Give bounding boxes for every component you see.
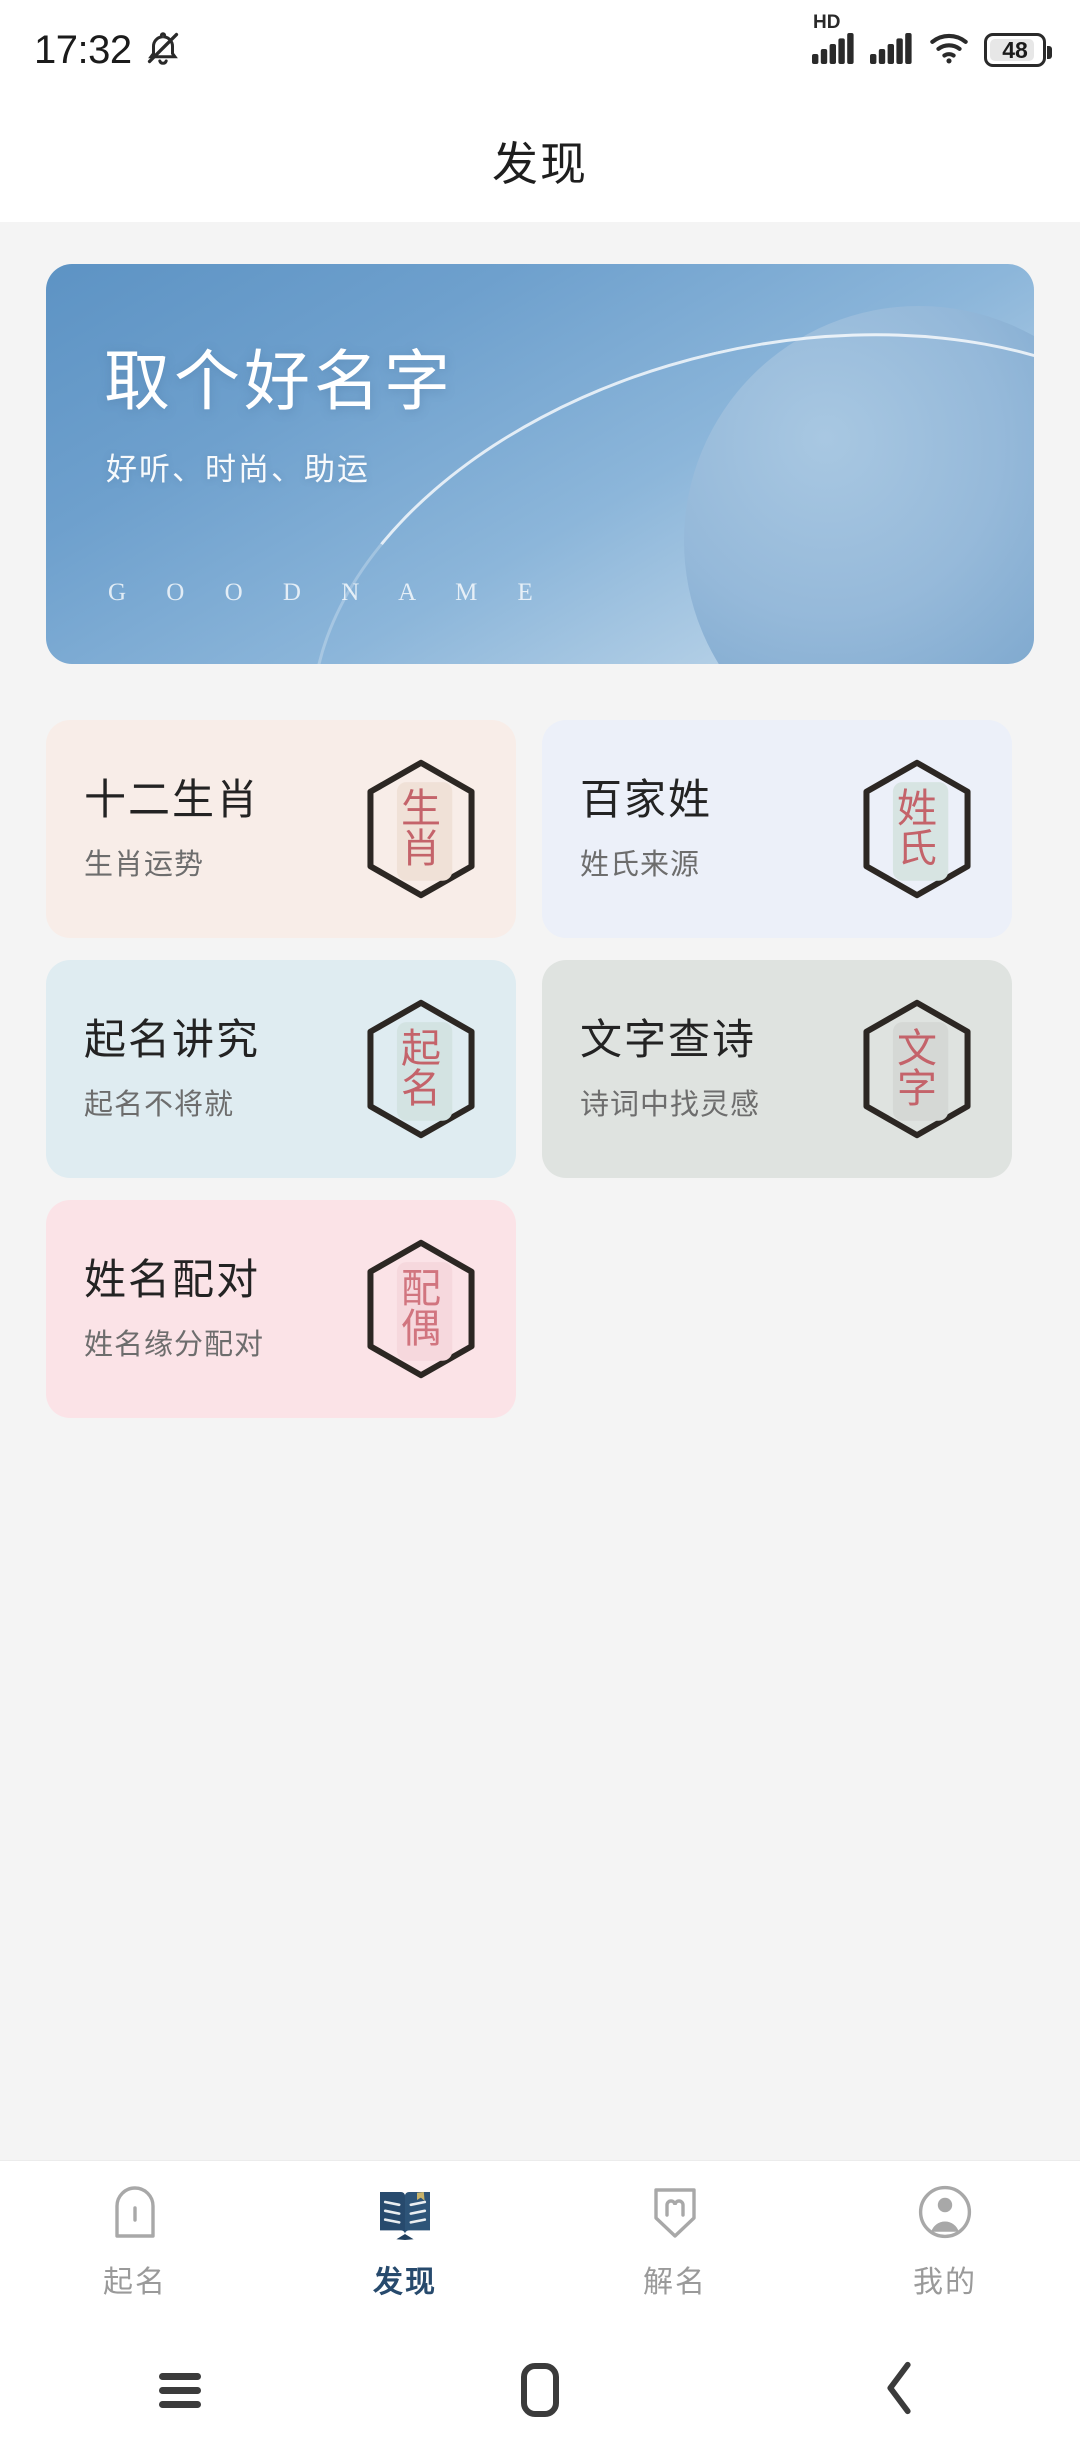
seal-glyph-top: 姓 [897, 786, 937, 831]
feature-card-text: 十二生肖 生肖运势 [46, 775, 260, 883]
seal-stamp-icon: 姓氏 [856, 758, 978, 900]
seal-glyph-bottom: 名 [401, 1066, 441, 1111]
feature-card[interactable]: 百家姓姓氏来源 姓氏 [542, 720, 1012, 938]
name-tag-outline-icon [105, 2181, 165, 2243]
feature-card[interactable]: 起名讲究 起名不将就起名 [46, 960, 516, 1178]
feature-card-text: 文字查诗诗词中找灵感 [542, 1015, 760, 1123]
battery-icon: 48 [984, 33, 1052, 67]
signal-bars-icon [870, 32, 914, 69]
feature-card[interactable]: 十二生肖 生肖运势生肖 [46, 720, 516, 938]
tab-label: 起名 [103, 2265, 167, 2299]
status-bar-left: 17:32 [34, 28, 182, 73]
feature-card-title: 十二生肖 [84, 776, 261, 824]
seal-glyph-top: 起 [401, 1026, 441, 1071]
feature-card-text: 百家姓 姓氏来源 [542, 775, 712, 883]
hd-signal-icon: HD [812, 12, 856, 69]
seal-glyph-top: 生 [401, 786, 441, 831]
feature-card-title: 文字查诗 [580, 1016, 757, 1064]
seal-glyph-bottom: 氏 [897, 826, 937, 871]
feature-card[interactable]: 姓名配对 姓名缘分配对配偶 [46, 1200, 516, 1418]
tab-discover[interactable]: 发现 [270, 2161, 540, 2320]
hd-label: HD [813, 11, 841, 33]
banner-english-label: G O O D N A M E [108, 579, 550, 606]
battery-level: 48 [1002, 36, 1028, 63]
seal-glyph-bottom: 偶 [401, 1306, 441, 1351]
seal-glyph-bottom: 肖 [401, 826, 441, 871]
feature-card-grid: 十二生肖 生肖运势生肖百家姓 姓氏来源姓氏起名讲究 起名不将就起名文字查诗 诗词中找灵感… [46, 720, 1034, 1418]
banner-title: 取个好名字 [104, 346, 454, 419]
feature-card[interactable]: 文字查诗 诗词中找灵感文字 [542, 960, 1012, 1178]
tab-analyze[interactable]: 解名 [540, 2161, 810, 2320]
feature-card-subtitle: 诗词中找灵感 [580, 1088, 761, 1121]
home-square-icon [521, 2363, 559, 2417]
feature-card-subtitle: 起名不将就 [84, 1088, 235, 1121]
promo-banner[interactable]: 取个好名字 好听、时尚、助运 G O O D N A M E [46, 264, 1034, 664]
status-bar: 17:32 HD 48 [0, 0, 1080, 100]
chevron-back-icon [880, 2359, 920, 2422]
feature-card-subtitle: 生肖运势 [84, 848, 205, 881]
bottom-tab-bar: 起名 发现 解名 我的 [0, 2160, 1080, 2320]
feature-card-subtitle: 姓名缘分配对 [84, 1328, 265, 1361]
seal-glyph-bottom: 字 [897, 1066, 937, 1111]
tab-label: 我的 [913, 2265, 977, 2299]
phone-screen: 17:32 HD 48 发现 取个好名字 好听、时尚、助运 G O O D N … [0, 0, 1080, 2460]
open-book-icon [375, 2181, 435, 2243]
recents-button[interactable] [0, 2366, 360, 2415]
android-navigation-bar [0, 2320, 1080, 2460]
bell-muted-icon [144, 28, 182, 73]
signal-bars-icon [812, 32, 854, 64]
seal-stamp-icon: 生肖 [360, 758, 482, 900]
tab-label: 发现 [373, 2265, 437, 2299]
feature-card-title: 姓名配对 [84, 1256, 261, 1304]
feature-card-title: 百家姓 [580, 776, 713, 824]
back-button[interactable] [720, 2359, 1080, 2422]
seal-stamp-icon: 配偶 [360, 1238, 482, 1380]
banner-subtitle: 好听、时尚、助运 [106, 452, 370, 487]
feature-card-text: 起名讲究 起名不将就 [46, 1015, 260, 1123]
home-button[interactable] [360, 2363, 720, 2417]
seal-glyph-top: 文 [897, 1026, 937, 1071]
feature-card-subtitle: 姓氏来源 [580, 848, 701, 881]
tab-naming[interactable]: 起名 [0, 2161, 270, 2320]
seal-stamp-icon: 文字 [856, 998, 978, 1140]
pentagon-m-icon [645, 2181, 705, 2243]
user-circle-icon [915, 2181, 975, 2243]
status-time: 17:32 [34, 27, 132, 72]
tab-profile[interactable]: 我的 [810, 2161, 1080, 2320]
menu-recents-icon [159, 2366, 201, 2415]
seal-glyph-top: 配 [401, 1266, 441, 1311]
feature-card-text: 姓名配对姓名缘分配对 [46, 1255, 264, 1363]
tab-label: 解名 [643, 2265, 707, 2299]
seal-stamp-icon: 起名 [360, 998, 482, 1140]
wifi-icon [928, 31, 970, 70]
page-title: 发现 [492, 138, 588, 190]
feature-card-title: 起名讲究 [84, 1016, 261, 1064]
status-bar-right: HD 48 [812, 12, 1052, 70]
content-scroll-area[interactable]: 取个好名字 好听、时尚、助运 G O O D N A M E 十二生肖 生肖运势生… [0, 222, 1080, 2222]
page-header: 发现 [0, 100, 1080, 222]
